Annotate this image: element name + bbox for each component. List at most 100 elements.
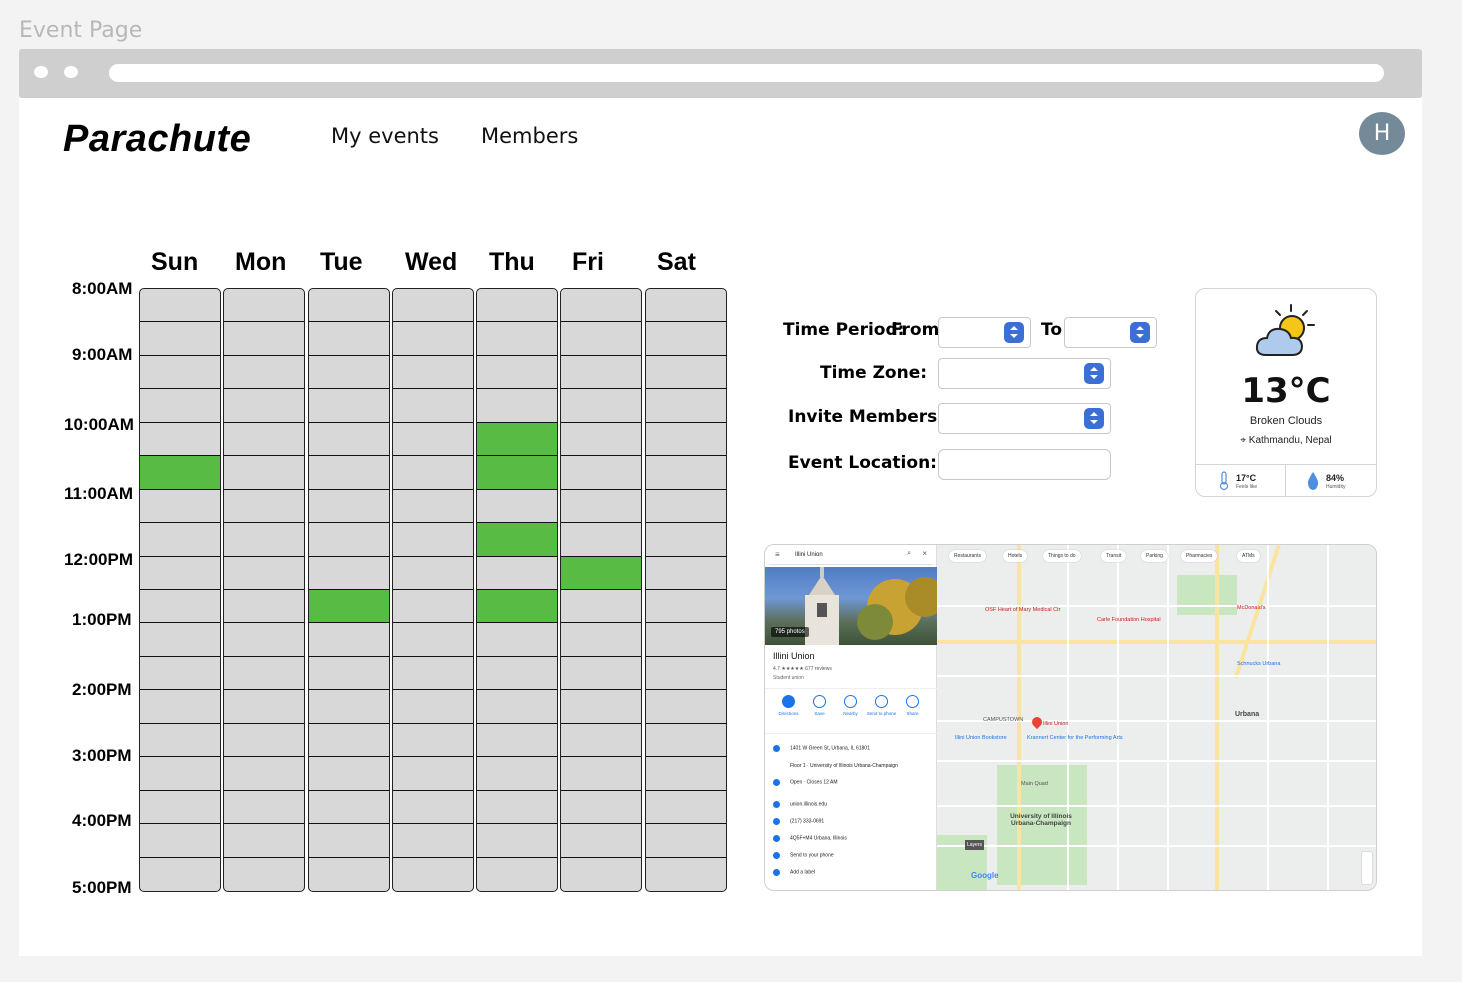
time-slot[interactable]: [393, 456, 473, 490]
time-slot[interactable]: [140, 289, 220, 323]
time-slot[interactable]: [309, 757, 389, 791]
zoom-control[interactable]: [1362, 852, 1372, 884]
send-to-phone-button[interactable]: Send to phone: [866, 695, 897, 716]
nav-my-events[interactable]: My events: [331, 124, 439, 148]
time-slot[interactable]: [140, 523, 220, 557]
map-canvas[interactable]: Restaurants Hotels Things to do Transit …: [937, 545, 1376, 890]
time-zone-select[interactable]: [938, 358, 1111, 389]
time-slot[interactable]: [561, 490, 641, 524]
time-slot[interactable]: [140, 490, 220, 524]
time-slot[interactable]: [561, 322, 641, 356]
time-slot[interactable]: [224, 356, 304, 390]
time-slot[interactable]: [646, 322, 726, 356]
time-slot[interactable]: [561, 757, 641, 791]
time-slot[interactable]: [309, 623, 389, 657]
time-slot[interactable]: [477, 590, 557, 624]
time-slot[interactable]: [309, 724, 389, 758]
time-slot[interactable]: [393, 791, 473, 825]
time-slot[interactable]: [140, 389, 220, 423]
time-slot[interactable]: [224, 690, 304, 724]
time-slot[interactable]: [561, 657, 641, 691]
time-slot[interactable]: [309, 289, 389, 323]
time-slot[interactable]: [224, 623, 304, 657]
time-slot[interactable]: [477, 757, 557, 791]
website-row[interactable]: union.illinois.edu: [773, 801, 827, 808]
time-slot[interactable]: [393, 490, 473, 524]
time-slot[interactable]: [393, 824, 473, 858]
time-slot[interactable]: [140, 456, 220, 490]
location-map[interactable]: ≡ Illini Union ⌕ × 795 photos Illini Uni…: [764, 544, 1377, 891]
time-slot[interactable]: [561, 690, 641, 724]
time-slot[interactable]: [140, 590, 220, 624]
time-slot[interactable]: [309, 490, 389, 524]
share-button[interactable]: Share: [897, 695, 928, 716]
time-slot[interactable]: [561, 824, 641, 858]
time-slot[interactable]: [646, 590, 726, 624]
time-slot[interactable]: [646, 657, 726, 691]
chip-things-to-do[interactable]: Things to do: [1043, 550, 1081, 562]
time-slot[interactable]: [646, 557, 726, 590]
phone-row[interactable]: (217) 333-0691: [773, 818, 824, 825]
nearby-button[interactable]: Nearby: [835, 695, 866, 716]
time-slot[interactable]: [646, 523, 726, 557]
time-slot[interactable]: [646, 423, 726, 457]
avatar[interactable]: H: [1359, 112, 1405, 155]
time-slot[interactable]: [561, 289, 641, 323]
map-label-bookstore[interactable]: Illini Union Bookstore: [955, 735, 1007, 741]
address-bar[interactable]: [109, 64, 1384, 82]
time-slot[interactable]: [140, 858, 220, 891]
place-photo[interactable]: 795 photos: [765, 567, 937, 645]
time-slot[interactable]: [561, 523, 641, 557]
photo-count[interactable]: 795 photos: [771, 627, 809, 637]
time-slot[interactable]: [309, 657, 389, 691]
time-slot[interactable]: [477, 657, 557, 691]
time-slot[interactable]: [224, 557, 304, 590]
time-slot[interactable]: [561, 356, 641, 390]
close-icon[interactable]: ×: [922, 549, 927, 558]
time-slot[interactable]: [140, 356, 220, 390]
time-slot[interactable]: [561, 389, 641, 423]
time-slot[interactable]: [309, 690, 389, 724]
time-slot[interactable]: [561, 791, 641, 825]
from-select[interactable]: [938, 317, 1031, 348]
time-slot[interactable]: [477, 389, 557, 423]
time-slot[interactable]: [646, 289, 726, 323]
time-slot[interactable]: [140, 690, 220, 724]
time-slot[interactable]: [309, 858, 389, 891]
time-slot[interactable]: [561, 623, 641, 657]
time-slot[interactable]: [140, 557, 220, 590]
time-slot[interactable]: [309, 322, 389, 356]
chip-hotels[interactable]: Hotels: [1003, 550, 1028, 562]
place-rating[interactable]: 4.7 ★★★★★ 677 reviews: [773, 666, 832, 672]
time-slot[interactable]: [561, 456, 641, 490]
chip-parking[interactable]: Parking: [1141, 550, 1168, 562]
time-slot[interactable]: [646, 757, 726, 791]
time-slot[interactable]: [393, 657, 473, 691]
time-slot[interactable]: [393, 757, 473, 791]
time-slot[interactable]: [309, 824, 389, 858]
time-slot[interactable]: [309, 590, 389, 624]
location-pin-icon[interactable]: [1029, 714, 1045, 730]
map-label-krannert[interactable]: Krannert Center for the Performing Arts: [1027, 735, 1123, 741]
time-slot[interactable]: [561, 858, 641, 891]
time-slot[interactable]: [646, 858, 726, 891]
time-slot[interactable]: [140, 623, 220, 657]
send-phone-row[interactable]: Send to your phone: [773, 852, 834, 859]
time-slot[interactable]: [309, 389, 389, 423]
time-slot[interactable]: [646, 456, 726, 490]
time-slot[interactable]: [309, 523, 389, 557]
time-slot[interactable]: [140, 791, 220, 825]
time-slot[interactable]: [309, 791, 389, 825]
address-row[interactable]: 1401 W Green St, Urbana, IL 61801: [773, 745, 870, 752]
time-slot[interactable]: [224, 289, 304, 323]
time-slot[interactable]: [393, 724, 473, 758]
add-label-row[interactable]: Add a label: [773, 869, 815, 876]
time-slot[interactable]: [393, 523, 473, 557]
time-slot[interactable]: [224, 523, 304, 557]
map-label-carle[interactable]: Carle Foundation Hospital: [1097, 617, 1161, 623]
time-slot[interactable]: [224, 456, 304, 490]
time-slot[interactable]: [393, 690, 473, 724]
time-slot[interactable]: [309, 557, 389, 590]
time-slot[interactable]: [477, 322, 557, 356]
time-slot[interactable]: [477, 456, 557, 490]
